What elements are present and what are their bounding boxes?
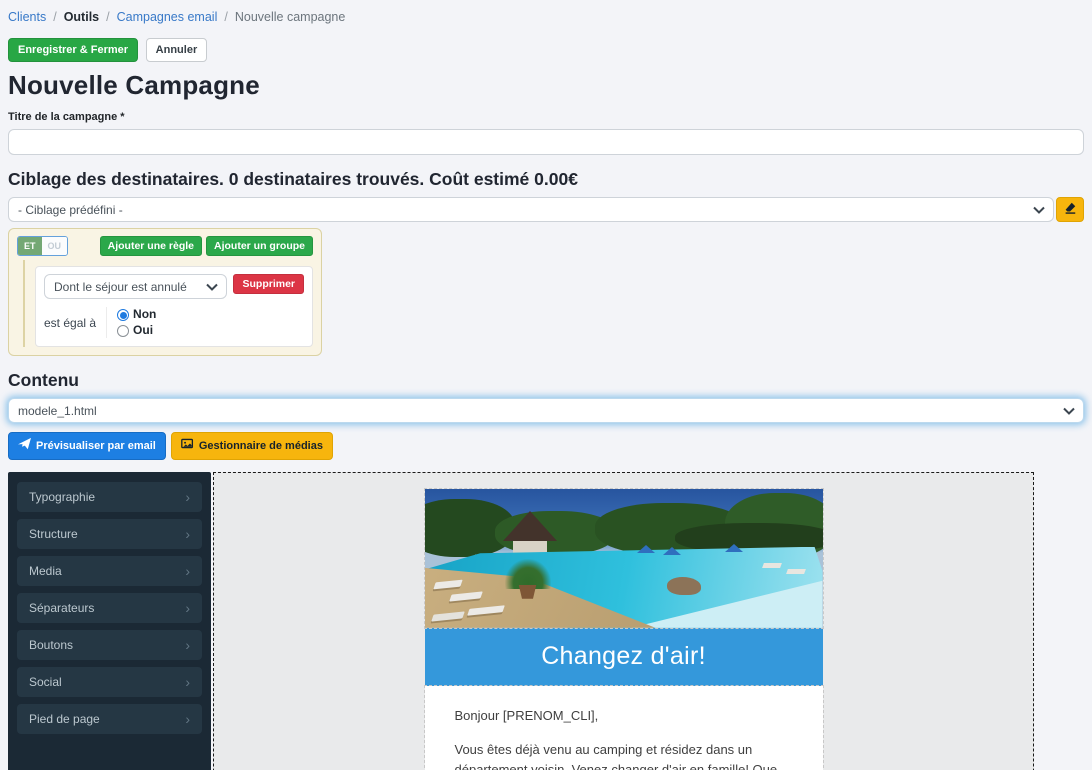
media-manager-label: Gestionnaire de médias <box>199 439 323 453</box>
media-manager-button[interactable]: Gestionnaire de médias <box>171 432 333 459</box>
chevron-right-icon: › <box>185 490 190 504</box>
sidebar-item-media[interactable]: Media › <box>17 556 202 586</box>
preview-email-label: Prévisualiser par email <box>36 439 156 453</box>
builder-sidebar: Typographie › Structure › Media › Séparateu… <box>8 472 211 770</box>
content-buttons-row: Prévisualiser par email Gestionnaire de … <box>8 432 1084 459</box>
chevron-right-icon: › <box>185 527 190 541</box>
sidebar-item-pied-de-page[interactable]: Pied de page › <box>17 704 202 734</box>
and-or-toggle: ET OU <box>17 236 68 256</box>
breadcrumb-separator: / <box>53 10 56 24</box>
chevron-right-icon: › <box>185 564 190 578</box>
save-close-button[interactable]: Enregistrer & Fermer <box>8 38 138 62</box>
images-icon <box>181 437 194 454</box>
query-builder-group: ET OU Ajouter une règle Ajouter un group… <box>8 228 322 356</box>
and-toggle-button[interactable]: ET <box>18 237 42 255</box>
page-title: Nouvelle Campagne <box>8 70 1084 101</box>
chevron-right-icon: › <box>185 638 190 652</box>
query-rule: Dont le séjour est annulé Supprimer est … <box>35 266 313 347</box>
or-toggle-button[interactable]: OU <box>42 237 68 255</box>
add-group-button[interactable]: Ajouter un groupe <box>206 236 313 256</box>
delete-rule-button[interactable]: Supprimer <box>233 274 304 294</box>
email-image-block[interactable] <box>425 489 823 628</box>
targeting-select-row: - Ciblage prédéfini - <box>8 197 1084 222</box>
content-heading: Contenu <box>8 370 1084 391</box>
chevron-right-icon: › <box>185 712 190 726</box>
breadcrumb-clients[interactable]: Clients <box>8 10 46 24</box>
sidebar-item-label: Structure <box>29 527 78 541</box>
breadcrumb: Clients / Outils / Campagnes email / Nouvelle … <box>8 10 1084 24</box>
banner-text: Changez d'air! <box>541 642 706 670</box>
chevron-right-icon: › <box>185 601 190 615</box>
email-builder: Typographie › Structure › Media › Séparateu… <box>8 472 1084 770</box>
sidebar-item-label: Media <box>29 564 62 578</box>
email-document: Changez d'air! Bonjour [PRENOM_CLI], Vou… <box>425 489 823 770</box>
breadcrumb-campagnes-email[interactable]: Campagnes email <box>117 10 218 24</box>
radio-icon <box>117 309 129 321</box>
preset-targeting-select[interactable]: - Ciblage prédéfini - <box>8 197 1054 222</box>
add-rule-button[interactable]: Ajouter une règle <box>100 236 202 256</box>
campaign-title-input[interactable] <box>8 129 1084 155</box>
operator-label: est égal à <box>44 316 106 330</box>
template-select[interactable]: modele_1.html <box>8 398 1084 423</box>
rule-field-select[interactable]: Dont le séjour est annulé <box>44 274 227 299</box>
sidebar-item-label: Pied de page <box>29 712 100 726</box>
email-greeting: Bonjour [PRENOM_CLI], <box>455 706 793 727</box>
sidebar-item-social[interactable]: Social › <box>17 667 202 697</box>
rules-list: Dont le séjour est annulé Supprimer est … <box>23 260 313 347</box>
email-text-block[interactable]: Bonjour [PRENOM_CLI], Vous êtes déjà ven… <box>425 686 823 770</box>
breadcrumb-outils[interactable]: Outils <box>64 10 99 24</box>
template-select-row: modele_1.html <box>8 398 1084 423</box>
rule-value-radio-group: Non Oui <box>106 307 156 338</box>
email-body-text: Vous êtes déjà venu au camping et réside… <box>455 740 793 770</box>
sidebar-item-structure[interactable]: Structure › <box>17 519 202 549</box>
sidebar-item-separateurs[interactable]: Séparateurs › <box>17 593 202 623</box>
sidebar-item-label: Typographie <box>29 490 95 504</box>
eraser-icon <box>1063 201 1077 218</box>
clear-targeting-button[interactable] <box>1056 197 1084 222</box>
email-preview-canvas[interactable]: Changez d'air! Bonjour [PRENOM_CLI], Vou… <box>213 472 1034 770</box>
sidebar-item-typographie[interactable]: Typographie › <box>17 482 202 512</box>
action-buttons-row: Enregistrer & Fermer Annuler <box>8 38 1084 62</box>
targeting-heading: Ciblage des destinataires. 0 destinatair… <box>8 169 1084 190</box>
breadcrumb-current: Nouvelle campagne <box>235 10 346 24</box>
email-banner-block[interactable]: Changez d'air! <box>425 628 823 686</box>
sidebar-item-label: Séparateurs <box>29 601 94 615</box>
breadcrumb-separator: / <box>224 10 227 24</box>
campaign-editor-page: Clients / Outils / Campagnes email / Nouvelle … <box>0 0 1092 770</box>
cancel-button[interactable]: Annuler <box>146 38 208 62</box>
radio-option-oui[interactable]: Oui <box>117 323 156 339</box>
sidebar-item-boutons[interactable]: Boutons › <box>17 630 202 660</box>
sidebar-item-label: Boutons <box>29 638 73 652</box>
paper-plane-icon <box>18 437 31 454</box>
campaign-title-label: Titre de la campagne * <box>8 111 1084 123</box>
breadcrumb-separator: / <box>106 10 109 24</box>
chevron-right-icon: › <box>185 675 190 689</box>
radio-icon <box>117 325 129 337</box>
radio-option-non[interactable]: Non <box>117 307 156 323</box>
radio-label: Non <box>133 307 156 323</box>
sidebar-item-label: Social <box>29 675 62 689</box>
radio-label: Oui <box>133 323 153 339</box>
preview-email-button[interactable]: Prévisualiser par email <box>8 432 166 459</box>
